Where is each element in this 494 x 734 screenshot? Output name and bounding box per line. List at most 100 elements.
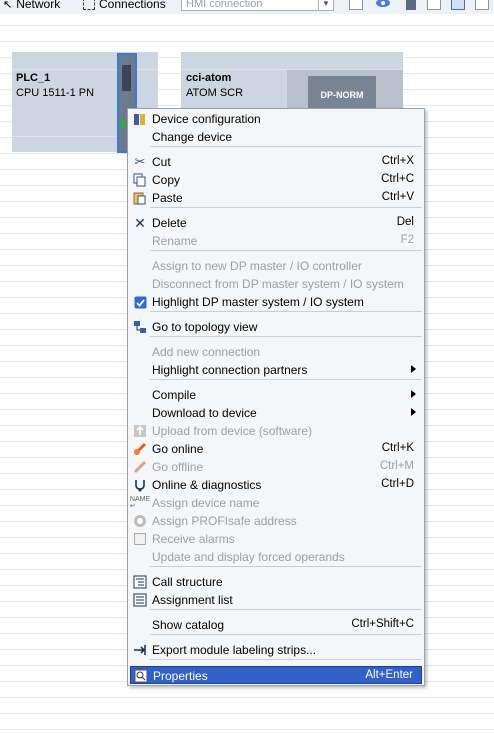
menu-item-highlight-connection-partners[interactable]: Highlight connection partners xyxy=(130,361,422,379)
menu-item-label: Copy xyxy=(152,173,181,187)
menu-item-update-and-display-forced-operands: Update and display forced operands xyxy=(130,548,422,566)
menu-separator xyxy=(150,250,422,251)
menu-item-change-device[interactable]: Change device xyxy=(130,128,422,146)
menu-item-label: Compile xyxy=(152,388,197,402)
menu-item-assignment-list[interactable]: Assignment list xyxy=(130,591,422,609)
menu-item-label: Show catalog xyxy=(152,618,225,632)
connection-type-value: HMI connection xyxy=(186,0,263,10)
menu-item-export-module-labeling-strips[interactable]: Export module labeling strips... xyxy=(130,641,422,659)
menu-separator xyxy=(150,566,422,567)
menu-item-shortcut: Del xyxy=(396,216,414,228)
menu-item-shortcut: Ctrl+D xyxy=(381,478,414,490)
topology-icon xyxy=(133,320,147,334)
menu-item-properties[interactable]: Properties Alt+Enter xyxy=(130,666,422,684)
menu-item-label: Assign PROFIsafe address xyxy=(152,514,297,528)
call-structure-icon xyxy=(133,575,147,589)
toolbar: ↖ Network Connections HMI connection ▼ xyxy=(0,0,494,14)
upload-icon xyxy=(133,424,147,438)
menu-item-label: Online & diagnostics xyxy=(152,478,262,492)
menu-item-label: Update and display forced operands xyxy=(152,550,345,564)
chevron-down-icon: ▼ xyxy=(318,0,333,10)
menu-item-label: Go offline xyxy=(152,460,204,474)
menu-item-assign-profisafe-address: Assign PROFIsafe address xyxy=(130,512,422,530)
menu-separator xyxy=(150,609,422,610)
network-label: Network xyxy=(16,0,61,11)
menu-item-highlight-dp-master-system-io-system[interactable]: Highlight DP master system / IO system xyxy=(130,293,422,311)
assignment-list-icon xyxy=(133,593,147,607)
menu-item-label: Highlight DP master system / IO system xyxy=(152,295,364,309)
connection-type-select[interactable]: HMI connection ▼ xyxy=(181,0,334,11)
toolbar-tool-1-icon[interactable] xyxy=(349,0,363,10)
menu-item-label: Assign device name xyxy=(152,496,260,510)
menu-item-cut[interactable]: ✂ Cut Ctrl+X xyxy=(130,153,422,171)
menu-item-receive-alarms: Receive alarms xyxy=(130,530,422,548)
menu-item-download-to-device[interactable]: Download to device xyxy=(130,404,422,422)
device-type: ATOM SCR xyxy=(186,87,244,99)
eye-icon[interactable] xyxy=(376,0,390,10)
menu-item-copy[interactable]: Copy Ctrl+C xyxy=(130,171,422,189)
properties-icon xyxy=(134,669,148,683)
menu-item-shortcut: Ctrl+Shift+C xyxy=(351,618,414,630)
export-arrow-icon xyxy=(133,643,147,657)
go-offline-icon xyxy=(133,460,147,474)
menu-item-go-to-topology-view[interactable]: Go to topology view xyxy=(130,318,422,336)
menu-item-shortcut: Ctrl+V xyxy=(381,191,414,203)
submenu-arrow-icon xyxy=(411,365,416,373)
device-type: CPU 1511-1 PN xyxy=(16,87,95,99)
checkbox-checked-icon xyxy=(133,295,147,309)
context-menu: Device configuration Change device ✂ Cut Ctr… xyxy=(127,108,425,686)
menu-item-label: Properties xyxy=(153,669,208,683)
checkbox-empty-icon xyxy=(133,532,147,546)
menu-item-show-catalog[interactable]: Show catalog Ctrl+Shift+C xyxy=(130,616,422,634)
menu-separator xyxy=(150,311,422,312)
network-cursor-icon: ↖ xyxy=(3,0,13,11)
device-config-icon xyxy=(133,112,147,126)
menu-item-label: Paste xyxy=(152,191,183,205)
menu-item-shortcut: Ctrl+K xyxy=(381,442,414,454)
menu-item-assign-device-name: NAME ↵ Assign device name xyxy=(130,494,422,512)
menu-item-label: Receive alarms xyxy=(152,532,235,546)
toolbar-tool-3-icon[interactable] xyxy=(406,0,416,10)
menu-item-label: Disconnect from DP master system / IO sy… xyxy=(152,277,404,291)
menu-item-delete[interactable]: ✕ Delete Del xyxy=(130,214,422,232)
menu-item-label: Upload from device (software) xyxy=(152,424,313,438)
device-name: PLC_1 xyxy=(16,72,51,84)
grid-line xyxy=(0,25,494,26)
menu-item-go-online[interactable]: Go online Ctrl+K xyxy=(130,440,422,458)
menu-item-online-diagnostics[interactable]: Online & diagnostics Ctrl+D xyxy=(130,476,422,494)
menu-item-shortcut: Alt+Enter xyxy=(365,669,413,681)
menu-item-call-structure[interactable]: Call structure xyxy=(130,573,422,591)
menu-separator xyxy=(150,659,422,660)
menu-item-label: Assign to new DP master / IO controller xyxy=(152,259,362,273)
network-view-button[interactable]: ↖ Network xyxy=(3,0,60,12)
paste-icon xyxy=(133,191,147,205)
menu-item-label: Go online xyxy=(152,442,204,456)
connections-button[interactable]: Connections xyxy=(83,0,166,12)
menu-item-label: Export module labeling strips... xyxy=(152,643,317,657)
menu-item-assign-to-new-dp-master-io-controller: Assign to new DP master / IO controller xyxy=(130,257,422,275)
menu-separator xyxy=(150,634,422,635)
menu-item-device-configuration[interactable]: Device configuration xyxy=(130,110,422,128)
menu-item-upload-from-device-software: Upload from device (software) xyxy=(130,422,422,440)
profisafe-icon xyxy=(133,514,147,528)
grid-line xyxy=(0,729,494,730)
toolbar-tool-6-icon[interactable] xyxy=(475,0,489,10)
menu-item-rename: Rename F2 xyxy=(130,232,422,250)
menu-item-compile[interactable]: Compile xyxy=(130,386,422,404)
menu-item-shortcut: F2 xyxy=(400,234,414,246)
go-online-icon xyxy=(133,442,147,456)
menu-item-label: Call structure xyxy=(152,575,223,589)
connections-icon xyxy=(83,0,95,10)
diagnostics-icon xyxy=(133,478,147,492)
menu-item-shortcut: Ctrl+M xyxy=(379,460,414,472)
scissors-icon: ✂ xyxy=(134,154,146,169)
menu-item-label: Delete xyxy=(152,216,187,230)
toolbar-tool-5-icon[interactable] xyxy=(451,0,465,10)
grid-line xyxy=(0,713,494,714)
menu-item-label: Rename xyxy=(152,234,198,248)
copy-icon xyxy=(133,173,147,187)
menu-item-shortcut: Ctrl+C xyxy=(381,173,414,185)
menu-item-paste[interactable]: Paste Ctrl+V xyxy=(130,189,422,207)
toolbar-tool-4-icon[interactable] xyxy=(427,0,441,10)
menu-separator xyxy=(150,379,422,380)
